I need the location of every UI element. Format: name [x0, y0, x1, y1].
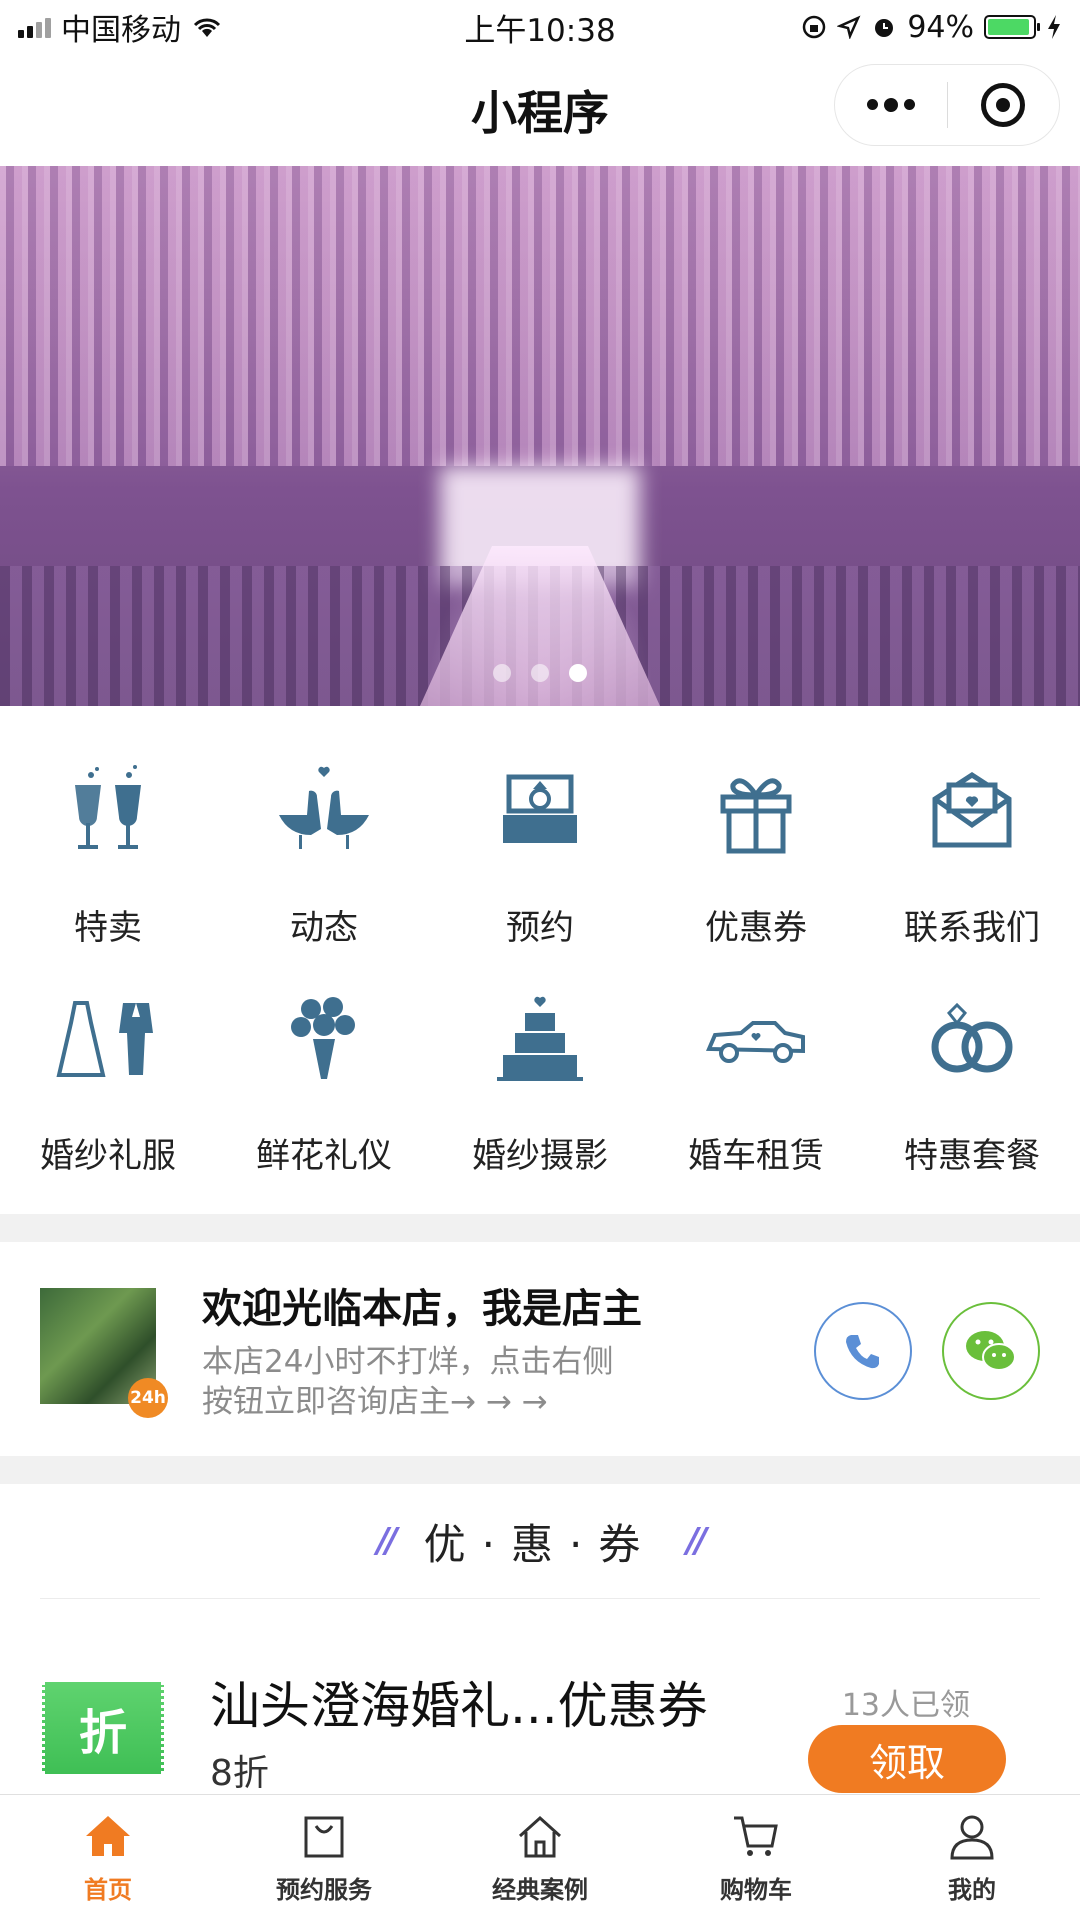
- location-icon: [837, 15, 861, 39]
- banner-carousel[interactable]: [0, 166, 1080, 706]
- menu-grid: 特卖 动态 预约 优惠券 联系我们 婚纱礼服 鲜花礼仪 婚纱摄影 婚车租赁 特惠…: [0, 740, 1080, 1210]
- menu-item-contact[interactable]: 联系我们: [864, 740, 1080, 968]
- gift-box-icon: [696, 750, 816, 870]
- menu-item-flowers[interactable]: 鲜花礼仪: [216, 968, 432, 1196]
- section-gap: [0, 1456, 1080, 1484]
- discount-tag: 折: [42, 1682, 164, 1774]
- owner-desc-line: 本店24小时不打烊，点击右侧: [202, 1344, 614, 1380]
- menu-item-label: 特卖: [74, 908, 142, 948]
- section-gap: [0, 1214, 1080, 1242]
- capsule-menu: [834, 64, 1060, 146]
- dress-suit-icon: [48, 978, 168, 1098]
- title-bar: 小程序: [0, 54, 1080, 166]
- battery-icon: [984, 15, 1040, 39]
- menu-item-photo[interactable]: 婚纱摄影: [432, 968, 648, 1196]
- status-bar: 中国移动 上午10:38 94%: [0, 0, 1080, 54]
- banner-image: [0, 166, 1080, 466]
- rotation-lock-icon: [803, 15, 826, 39]
- user-icon: [950, 1815, 994, 1860]
- coupon-item[interactable]: 折 汕头澄海婚礼...优惠券 8折 13人已领 领取: [0, 1620, 1080, 1795]
- cart-icon: [734, 1816, 778, 1856]
- owner-avatar: 24h: [40, 1288, 168, 1418]
- menu-item-label: 婚纱礼服: [40, 1136, 176, 1176]
- menu-item-label: 婚纱摄影: [472, 1136, 608, 1176]
- coupon-name: 汕头澄海婚礼...优惠券: [210, 1677, 708, 1735]
- menu-item-news[interactable]: 动态: [216, 740, 432, 968]
- menu-item-label: 鲜花礼仪: [256, 1136, 392, 1176]
- wedding-cake-icon: [480, 978, 600, 1098]
- battery-percent: 94%: [907, 9, 974, 45]
- menu-item-label: 预约: [506, 908, 574, 948]
- love-birds-icon: [264, 750, 384, 870]
- tab-label: 我的: [948, 1876, 996, 1904]
- house-icon: [518, 1815, 562, 1858]
- coupon-section-header: // 优·惠·券 //: [0, 1484, 1080, 1598]
- home-icon: [86, 1816, 130, 1856]
- pager-dot-active[interactable]: [569, 664, 587, 682]
- menu-item-label: 动态: [290, 908, 358, 948]
- decor-slash-icon: //: [686, 1521, 707, 1561]
- more-button[interactable]: [835, 65, 947, 145]
- ring-box-icon: [480, 750, 600, 870]
- wechat-button[interactable]: [942, 1302, 1040, 1400]
- carrier-name: 中国移动: [61, 13, 181, 48]
- tab-me[interactable]: 我的: [864, 1795, 1080, 1920]
- tab-cases[interactable]: 经典案例: [432, 1795, 648, 1920]
- menu-item-car[interactable]: 婚车租赁: [648, 968, 864, 1196]
- tab-bar: 首页 预约服务 经典案例 购物车 我的: [0, 1794, 1080, 1920]
- wifi-icon: [193, 18, 221, 37]
- bouquet-icon: [264, 978, 384, 1098]
- tab-booking-service[interactable]: 预约服务: [216, 1795, 432, 1920]
- target-close-icon: [981, 83, 1026, 127]
- tab-cart[interactable]: 购物车: [648, 1795, 864, 1920]
- pager-dot[interactable]: [493, 664, 511, 682]
- owner-desc-line: 按钮立即咨询店主→ → →: [202, 1384, 548, 1420]
- wedding-rings-icon: [912, 978, 1032, 1098]
- more-dots-icon: [866, 97, 915, 112]
- coupon-discount: 8折: [210, 1753, 269, 1794]
- champagne-glasses-icon: [48, 750, 168, 870]
- divider: [40, 1598, 1040, 1599]
- menu-item-booking[interactable]: 预约: [432, 740, 648, 968]
- menu-item-coupon[interactable]: 优惠券: [648, 740, 864, 968]
- close-button[interactable]: [948, 65, 1060, 145]
- claim-button[interactable]: 领取: [808, 1725, 1006, 1793]
- menu-item-sale[interactable]: 特卖: [0, 740, 216, 968]
- menu-item-package[interactable]: 特惠套餐: [864, 968, 1080, 1196]
- owner-description: 本店24小时不打烊，点击右侧 按钮立即咨询店主→ → →: [202, 1342, 652, 1422]
- menu-item-label: 特惠套餐: [904, 1136, 1040, 1176]
- page-title: 小程序: [471, 86, 609, 140]
- tab-label: 购物车: [720, 1876, 792, 1904]
- decor-slash-icon: //: [376, 1521, 398, 1561]
- banner-pager: [0, 664, 1080, 682]
- signal-icon: [18, 16, 51, 38]
- tab-label: 首页: [84, 1876, 132, 1904]
- charging-icon: [1048, 15, 1060, 39]
- shopping-bag-icon: [304, 1816, 344, 1858]
- alarm-icon: [875, 19, 894, 37]
- tab-home[interactable]: 首页: [0, 1795, 216, 1920]
- wedding-car-icon: [696, 978, 816, 1098]
- tab-label: 预约服务: [276, 1876, 372, 1904]
- menu-item-label: 优惠券: [705, 908, 807, 948]
- tab-label: 经典案例: [492, 1876, 588, 1904]
- phone-icon: [846, 1335, 879, 1369]
- pager-dot[interactable]: [531, 664, 549, 682]
- call-button[interactable]: [814, 1302, 912, 1400]
- menu-item-label: 婚车租赁: [688, 1136, 824, 1176]
- battery-fill: [988, 19, 1030, 35]
- coupon-claimed-count: 13人已领: [841, 1688, 970, 1723]
- coupon-section-title: 优·惠·券: [423, 1519, 657, 1569]
- owner-title: 欢迎光临本店，我是店主: [202, 1286, 642, 1332]
- status-left: 中国移动: [18, 5, 223, 49]
- shop-owner-card: 24h 欢迎光临本店，我是店主 本店24小时不打烊，点击右侧 按钮立即咨询店主→…: [0, 1242, 1080, 1456]
- status-right: 94%: [801, 10, 1062, 45]
- wechat-icon: [966, 1331, 1016, 1371]
- love-letter-icon: [912, 750, 1032, 870]
- 24h-badge: 24h: [128, 1378, 168, 1418]
- menu-item-dress[interactable]: 婚纱礼服: [0, 968, 216, 1196]
- menu-item-label: 联系我们: [904, 908, 1040, 948]
